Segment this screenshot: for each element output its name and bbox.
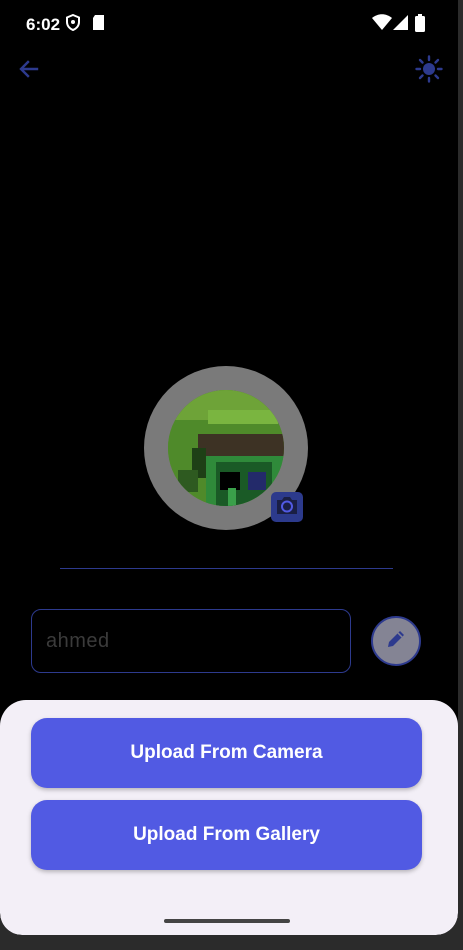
status-bar: 6:02 (0, 0, 458, 48)
theme-toggle-button[interactable] (413, 54, 445, 88)
edit-name-button[interactable] (371, 616, 421, 666)
arrow-back-icon (17, 57, 41, 86)
home-indicator[interactable] (164, 919, 290, 923)
pencil-icon (385, 628, 407, 655)
phone-screen: 6:02 ahmed Upload From Camera Upload Fro… (0, 0, 458, 935)
name-field-value: ahmed (46, 629, 110, 652)
change-photo-button[interactable] (271, 492, 303, 522)
name-divider (60, 568, 393, 569)
shield-icon (66, 13, 80, 36)
upload-bottom-sheet: Upload From Camera Upload From Gallery (0, 700, 458, 935)
battery-icon (415, 14, 425, 37)
back-button[interactable] (13, 55, 45, 87)
wifi-icon (372, 14, 392, 36)
sun-icon (415, 54, 443, 88)
sd-card-icon (92, 14, 105, 36)
status-time: 6:02 (26, 15, 61, 34)
signal-icon (393, 14, 408, 36)
pixel-avatar (168, 390, 284, 506)
camera-icon (275, 495, 299, 520)
upload-from-gallery-button[interactable]: Upload From Gallery (31, 800, 422, 870)
upload-from-camera-button[interactable]: Upload From Camera (31, 718, 422, 788)
name-field[interactable]: ahmed (31, 609, 351, 673)
